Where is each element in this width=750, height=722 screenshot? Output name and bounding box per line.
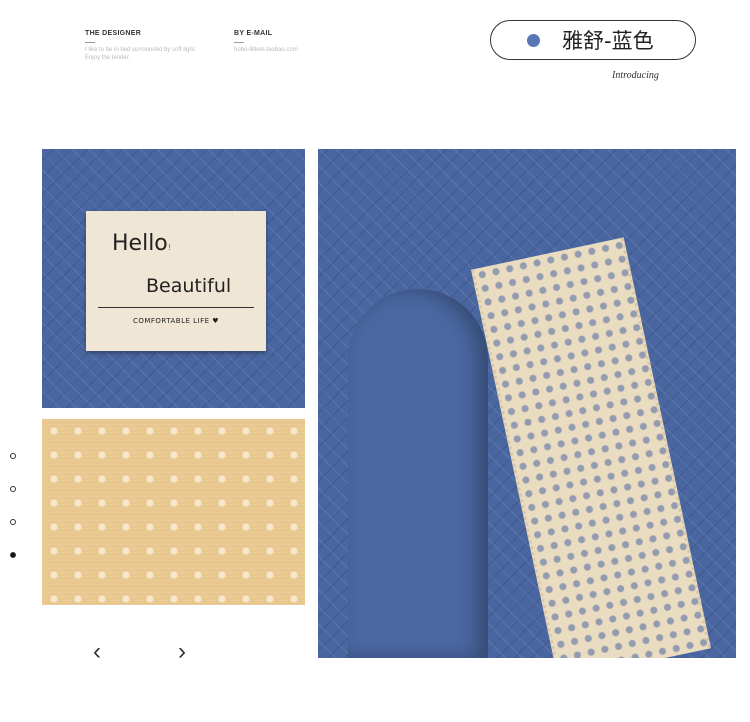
next-arrow-icon[interactable]: › (178, 640, 186, 664)
lace-trim (471, 237, 711, 658)
label-line-beautiful: Beautiful (146, 275, 232, 297)
designer-title: THE DESIGNER (85, 30, 142, 37)
fabric-label-tag: Hello! Beautiful COMFORTABLE LIFE ♥ (86, 211, 266, 351)
carousel-dot[interactable] (10, 519, 16, 525)
carousel-pager (10, 453, 16, 558)
designer-subtext: I like to be in bed surrounded by soft l… (85, 47, 197, 61)
email-title: BY E-MAIL (234, 30, 273, 37)
color-badge-label: 雅舒-蓝色 (562, 29, 654, 53)
carousel-dot[interactable] (10, 486, 16, 492)
label-divider (98, 307, 254, 308)
prev-arrow-icon[interactable]: ‹ (93, 640, 101, 664)
email-block: BY E-MAIL hobo-lilitem.taobao.com (234, 30, 298, 54)
label-line-comfortable: COMFORTABLE LIFE ♥ (132, 317, 220, 325)
fabric-fold (348, 289, 488, 658)
carousel-dot-active[interactable] (10, 552, 16, 558)
designer-block: THE DESIGNER I like to be in bed surroun… (85, 30, 205, 62)
email-subtext: hobo-lilitem.taobao.com (234, 47, 298, 53)
label-photo: Hello! Beautiful COMFORTABLE LIFE ♥ (42, 149, 305, 408)
main-product-photo (318, 149, 736, 658)
color-dot-icon (527, 33, 540, 47)
email-rule (234, 42, 244, 43)
introducing-text: Introducing (612, 70, 659, 81)
color-badge: 雅舒-蓝色 (490, 20, 696, 60)
designer-rule (85, 42, 95, 43)
backing-photo (42, 419, 305, 605)
label-line-hello: Hello! (112, 231, 171, 256)
carousel-dot[interactable] (10, 453, 16, 459)
